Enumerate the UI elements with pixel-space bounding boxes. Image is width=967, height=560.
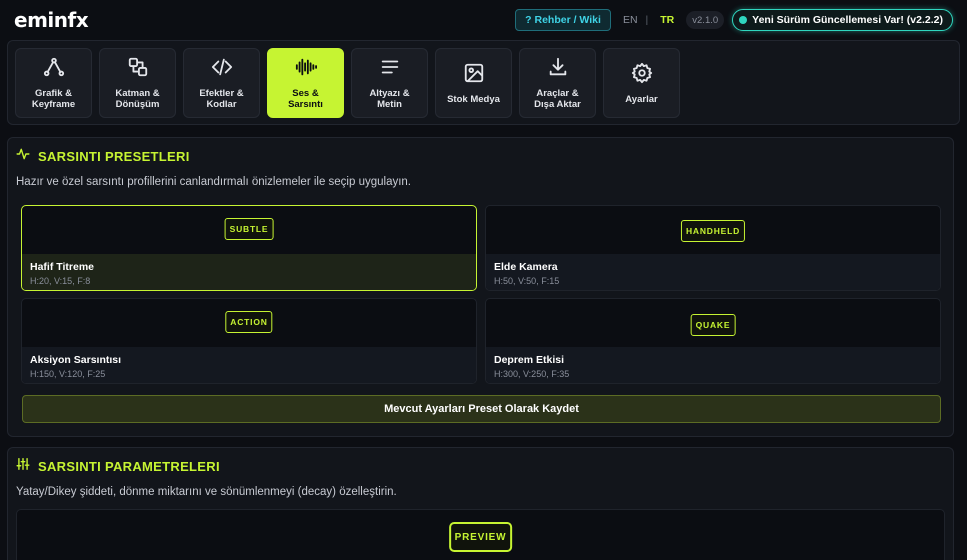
preset-preview-badge: SUBTLE	[224, 218, 274, 240]
gear-icon	[631, 62, 653, 89]
top-bar: eminfx ? Rehber / Wiki EN | TR v2.1.0 Ye…	[0, 0, 967, 40]
preset-params: H:50, V:50, F:15	[494, 276, 560, 286]
shake-preview-box: PREVIEW	[16, 509, 945, 560]
update-available-button[interactable]: Yeni Sürüm Güncellemesi Var! (v2.2.2)	[732, 9, 953, 31]
nav-item-layer-transform[interactable]: Katman & Dönüşüm	[99, 48, 176, 118]
nav-item-audio-shake[interactable]: Ses & Sarsıntı	[267, 48, 344, 118]
preset-name: Hafif Titreme	[30, 261, 94, 273]
preset-preview: HANDHELD	[486, 206, 940, 254]
nav-item-graph-keyframe[interactable]: Grafik & Keyframe	[15, 48, 92, 118]
download-icon	[547, 56, 569, 83]
nav-label: Altyazı & Metin	[369, 88, 410, 110]
graph-icon	[43, 56, 65, 83]
update-dot-icon	[739, 16, 748, 24]
nav-label: Ayarlar	[625, 93, 658, 105]
lang-en-option[interactable]: EN	[623, 14, 638, 26]
preset-info: Aksiyon Sarsıntısı H:150, V:120, F:25	[22, 347, 476, 383]
panel-header: SARSINTI PARAMETRELERI	[16, 457, 220, 476]
shake-presets-panel: SARSINTI PRESETLERI Hazır ve özel sarsın…	[7, 137, 954, 437]
preset-name: Deprem Etkisi	[494, 354, 565, 366]
preset-info: Deprem Etkisi H:300, V:250, F:35	[486, 347, 940, 383]
nav-item-effects-code[interactable]: Efektler & Kodlar	[183, 48, 260, 118]
preset-name: Aksiyon Sarsıntısı	[30, 354, 122, 366]
audio-wave-icon	[295, 56, 317, 83]
nav-item-tools-export[interactable]: Araçlar & Dışa Aktar	[519, 48, 596, 118]
preset-preview-badge: HANDHELD	[680, 220, 746, 242]
preset-card[interactable]: QUAKE Deprem Etkisi H:300, V:250, F:35	[485, 298, 941, 384]
version-badge: v2.1.0	[686, 11, 725, 29]
preset-params: H:20, V:15, F:8	[30, 276, 91, 286]
panel-description: Hazır ve özel sarsıntı profillerini canl…	[16, 176, 412, 188]
shake-parameters-panel: SARSINTI PARAMETRELERI Yatay/Dikey şidde…	[7, 447, 954, 560]
layers-icon	[127, 56, 149, 83]
panel-header: SARSINTI PRESETLERI	[16, 147, 190, 166]
nav-label: Ses & Sarsıntı	[288, 88, 323, 110]
preset-preview: ACTION	[22, 299, 476, 347]
nav-item-stock-media[interactable]: Stok Medya	[435, 48, 512, 118]
preset-card[interactable]: ACTION Aksiyon Sarsıntısı H:150, V:120, …	[21, 298, 477, 384]
preset-card[interactable]: SUBTLE Hafif Titreme H:20, V:15, F:8	[21, 205, 477, 291]
code-icon	[211, 56, 233, 83]
panel-title: SARSINTI PRESETLERI	[38, 149, 190, 164]
nav-label: Araçlar & Dışa Aktar	[534, 88, 581, 110]
main-nav: Grafik & Keyframe Katman & Dönüşüm Efekt…	[7, 40, 960, 125]
save-preset-button[interactable]: Mevcut Ayarları Preset Olarak Kaydet	[22, 395, 941, 423]
update-label: Yeni Sürüm Güncellemesi Var! (v2.2.2)	[752, 14, 943, 26]
preset-preview-badge: ACTION	[225, 311, 273, 333]
nav-label: Katman & Dönüşüm	[115, 88, 160, 110]
preset-card[interactable]: HANDHELD Elde Kamera H:50, V:50, F:15	[485, 205, 941, 291]
sliders-icon	[16, 457, 30, 476]
preview-badge: PREVIEW	[448, 522, 513, 552]
preset-params: H:300, V:250, F:35	[494, 369, 570, 379]
lang-separator: |	[645, 14, 649, 26]
nav-label: Stok Medya	[447, 93, 500, 105]
preset-params: H:150, V:120, F:25	[30, 369, 106, 379]
pulse-icon	[16, 147, 30, 166]
panel-description: Yatay/Dikey şiddeti, dönme miktarını ve …	[16, 486, 397, 498]
preset-preview: QUAKE	[486, 299, 940, 347]
preset-name: Elde Kamera	[494, 261, 558, 273]
top-bar-actions: ? Rehber / Wiki EN | TR v2.1.0 Yeni Sürü…	[515, 9, 953, 31]
wiki-button[interactable]: ? Rehber / Wiki	[515, 9, 611, 31]
preset-info: Elde Kamera H:50, V:50, F:15	[486, 254, 940, 290]
lang-tr-option[interactable]: TR	[660, 14, 674, 26]
preset-preview-badge: QUAKE	[690, 314, 736, 336]
nav-label: Grafik & Keyframe	[31, 88, 76, 110]
nav-label: Efektler & Kodlar	[199, 88, 244, 110]
image-icon	[463, 62, 485, 89]
nav-item-subtitle-text[interactable]: Altyazı & Metin	[351, 48, 428, 118]
nav-item-settings[interactable]: Ayarlar	[603, 48, 680, 118]
preset-info: Hafif Titreme H:20, V:15, F:8	[22, 254, 476, 290]
panel-title: SARSINTI PARAMETRELERI	[38, 459, 220, 474]
text-lines-icon	[379, 56, 401, 83]
preset-preview: SUBTLE	[22, 206, 476, 254]
app-logo: eminfx	[14, 8, 89, 32]
